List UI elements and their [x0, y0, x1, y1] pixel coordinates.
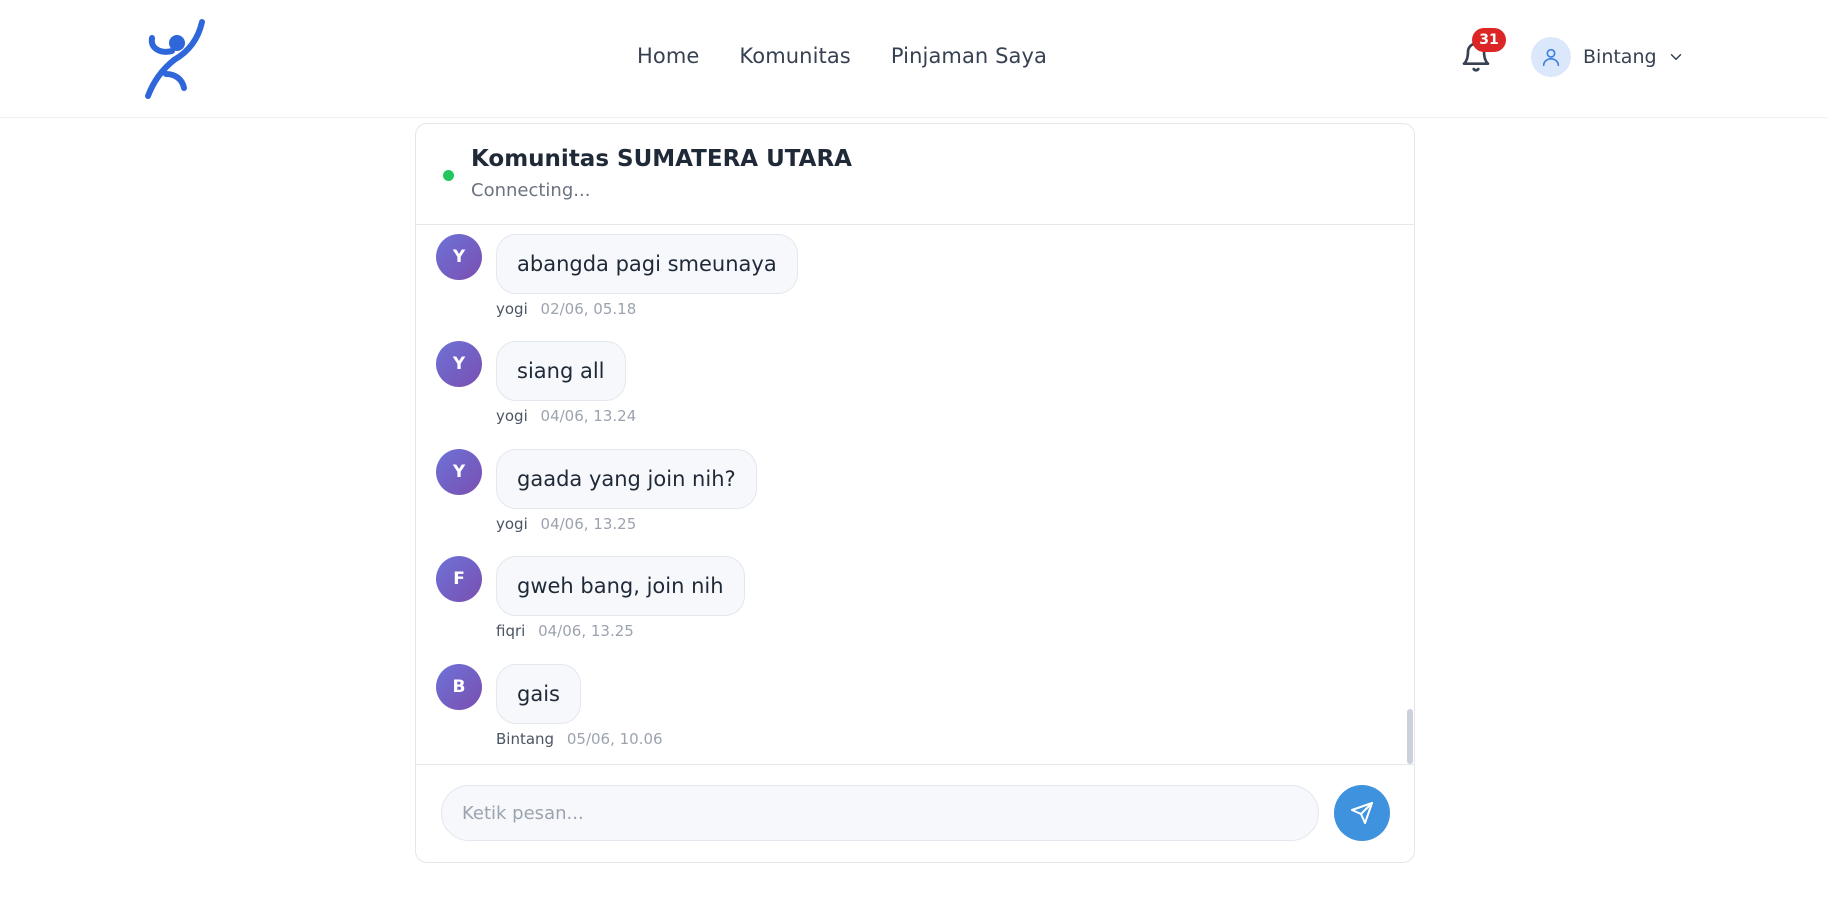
message-list[interactable]: Y abangda pagi smeunaya yogi 02/06, 05.1…: [416, 226, 1414, 764]
message-meta: Bintang 05/06, 10.06: [496, 730, 663, 748]
chat-header: Komunitas SUMATERA UTARA Connecting...: [416, 124, 1414, 225]
send-button[interactable]: [1334, 785, 1390, 841]
message-bubble: gweh bang, join nih: [496, 556, 745, 616]
nav-home[interactable]: Home: [637, 44, 699, 68]
message-item: Y gaada yang join nih? yogi 04/06, 13.25: [436, 441, 1136, 541]
main-nav: Home Komunitas Pinjaman Saya: [637, 44, 1047, 68]
nav-komunitas[interactable]: Komunitas: [739, 44, 850, 68]
notification-count-badge: 31: [1472, 28, 1506, 52]
user-name: Bintang: [1583, 46, 1657, 68]
message-timestamp: 04/06, 13.25: [538, 622, 634, 640]
logo-icon[interactable]: [140, 18, 210, 100]
message-bubble: gaada yang join nih?: [496, 449, 757, 509]
connection-status-text: Connecting...: [471, 180, 591, 201]
user-icon: [1542, 48, 1560, 67]
nav-pinjaman-saya[interactable]: Pinjaman Saya: [891, 44, 1047, 68]
message-bubble: abangda pagi smeunaya: [496, 234, 798, 294]
message-timestamp: 05/06, 10.06: [566, 730, 663, 748]
message-meta: yogi 04/06, 13.25: [496, 515, 636, 533]
message-timestamp: 02/06, 05.18: [540, 300, 637, 318]
message-timestamp: 04/06, 13.25: [540, 515, 637, 533]
send-icon: [1351, 802, 1373, 824]
sender-name: yogi: [496, 407, 528, 425]
message-meta: yogi 02/06, 05.18: [496, 300, 636, 318]
scrollbar-thumb[interactable]: [1407, 709, 1413, 764]
sender-avatar: Y: [436, 234, 482, 280]
avatar: [1531, 37, 1571, 77]
message-bubble: gais: [496, 664, 581, 724]
top-navbar: Home Komunitas Pinjaman Saya 31 Bintang: [0, 0, 1827, 118]
message-scrollbar[interactable]: [1404, 226, 1414, 764]
chat-card: Komunitas SUMATERA UTARA Connecting... Y…: [415, 123, 1415, 863]
sender-name: yogi: [496, 515, 528, 533]
message-item: B gais Bintang 05/06, 10.06: [436, 656, 1136, 756]
sender-avatar: B: [436, 664, 482, 710]
chevron-down-icon: [1670, 54, 1681, 60]
message-input[interactable]: [441, 785, 1319, 841]
message-meta: fiqri 04/06, 13.25: [496, 622, 634, 640]
sender-name: fiqri: [496, 622, 526, 640]
sender-name: Bintang: [496, 730, 555, 748]
message-meta: yogi 04/06, 13.24: [496, 407, 636, 425]
message-item: Y abangda pagi smeunaya yogi 02/06, 05.1…: [436, 226, 1136, 326]
sender-name: yogi: [496, 300, 528, 318]
message-item: Y siang all yogi 04/06, 13.24: [436, 333, 1136, 433]
message-composer: [416, 764, 1414, 862]
sender-avatar: F: [436, 556, 482, 602]
user-menu-button[interactable]: Bintang: [1531, 36, 1685, 78]
message-item: F gweh bang, join nih fiqri 04/06, 13.25: [436, 548, 1136, 648]
chat-room-title: Komunitas SUMATERA UTARA: [471, 146, 852, 172]
message-timestamp: 04/06, 13.24: [540, 407, 637, 425]
sender-avatar: Y: [436, 449, 482, 495]
message-bubble: siang all: [496, 341, 626, 401]
sender-avatar: Y: [436, 341, 482, 387]
connection-status-dot: [443, 170, 454, 181]
